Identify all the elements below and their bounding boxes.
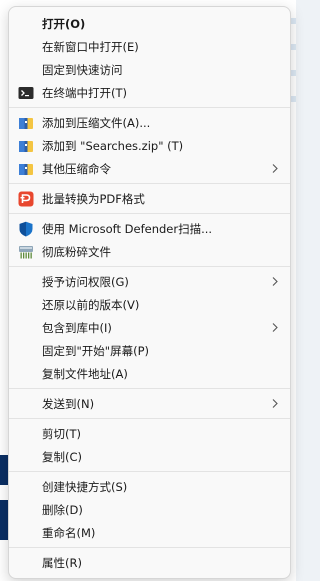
separator <box>9 266 290 267</box>
menu-item-cut[interactable]: 剪切(T) <box>9 422 290 445</box>
menu-item-label: 属性(R) <box>42 555 82 570</box>
menu-item-open-in-terminal[interactable]: 在终端中打开(T) <box>9 81 290 104</box>
shield-icon <box>18 221 34 237</box>
archive-icon <box>18 115 34 131</box>
archive-icon <box>18 138 34 154</box>
menu-item-label: 复制文件地址(A) <box>42 366 128 381</box>
menu-item-other-archive-commands[interactable]: 其他压缩命令 <box>9 157 290 180</box>
menu-item-label: 复制(C) <box>42 449 83 464</box>
shredder-icon <box>18 244 34 260</box>
separator <box>9 418 290 419</box>
separator <box>9 107 290 108</box>
menu-item-label: 打开(O) <box>42 16 86 31</box>
menu-item-copy-file-path[interactable]: 复制文件地址(A) <box>9 362 290 385</box>
menu-item-label: 彻底粉碎文件 <box>42 244 111 259</box>
separator <box>9 471 290 472</box>
menu-item-delete[interactable]: 删除(D) <box>9 498 290 521</box>
separator <box>9 547 290 548</box>
chevron-right-icon <box>270 163 280 174</box>
background-dark-block <box>0 455 8 485</box>
menu-item-copy[interactable]: 复制(C) <box>9 445 290 468</box>
archive-icon <box>18 161 34 177</box>
menu-item-label: 包含到库中(I) <box>42 320 112 335</box>
menu-item-label: 在终端中打开(T) <box>42 85 127 100</box>
menu-item-label: 其他压缩命令 <box>42 161 111 176</box>
menu-item-label: 添加到压缩文件(A)... <box>42 115 151 130</box>
separator <box>9 213 290 214</box>
menu-item-label: 还原以前的版本(V) <box>42 297 140 312</box>
menu-item-label: 固定到快速访问 <box>42 62 123 77</box>
separator <box>9 388 290 389</box>
menu-item-open-new-window[interactable]: 在新窗口中打开(E) <box>9 35 290 58</box>
menu-item-send-to[interactable]: 发送到(N) <box>9 392 290 415</box>
separator <box>9 183 290 184</box>
chevron-right-icon <box>270 276 280 287</box>
menu-item-label: 固定到"开始"屏幕(P) <box>42 343 149 358</box>
menu-item-label: 添加到 "Searches.zip" (T) <box>42 138 184 153</box>
menu-item-include-in-library[interactable]: 包含到库中(I) <box>9 316 290 339</box>
menu-item-batch-convert-pdf[interactable]: 批量转换为PDF格式 <box>9 187 290 210</box>
menu-item-pin-quick-access[interactable]: 固定到快速访问 <box>9 58 290 81</box>
menu-item-label: 在新窗口中打开(E) <box>42 39 139 54</box>
menu-item-rename[interactable]: 重命名(M) <box>9 521 290 544</box>
menu-item-properties[interactable]: 属性(R) <box>9 551 290 574</box>
pdf-icon <box>18 191 34 207</box>
menu-item-defender-scan[interactable]: 使用 Microsoft Defender扫描... <box>9 217 290 240</box>
menu-item-shred-file[interactable]: 彻底粉碎文件 <box>9 240 290 263</box>
menu-item-pin-to-start[interactable]: 固定到"开始"屏幕(P) <box>9 339 290 362</box>
menu-item-restore-previous-versions[interactable]: 还原以前的版本(V) <box>9 293 290 316</box>
menu-item-label: 授予访问权限(G) <box>42 274 129 289</box>
menu-item-label: 创建快捷方式(S) <box>42 479 128 494</box>
chevron-right-icon <box>270 322 280 333</box>
chevron-right-icon <box>270 398 280 409</box>
menu-item-add-to-archive[interactable]: 添加到压缩文件(A)... <box>9 111 290 134</box>
menu-item-give-access[interactable]: 授予访问权限(G) <box>9 270 290 293</box>
menu-item-create-shortcut[interactable]: 创建快捷方式(S) <box>9 475 290 498</box>
context-menu: 打开(O) 在新窗口中打开(E) 固定到快速访问 在终端中打开(T) 添加到压缩… <box>8 6 291 579</box>
menu-item-label: 批量转换为PDF格式 <box>42 191 145 206</box>
menu-item-add-to-searches-zip[interactable]: 添加到 "Searches.zip" (T) <box>9 134 290 157</box>
menu-item-open[interactable]: 打开(O) <box>9 12 290 35</box>
menu-item-label: 发送到(N) <box>42 396 95 411</box>
menu-item-label: 重命名(M) <box>42 525 96 540</box>
background-dark-block <box>0 500 8 540</box>
menu-item-label: 使用 Microsoft Defender扫描... <box>42 221 213 236</box>
menu-item-label: 删除(D) <box>42 502 83 517</box>
menu-item-label: 剪切(T) <box>42 426 81 441</box>
terminal-icon <box>18 85 34 101</box>
